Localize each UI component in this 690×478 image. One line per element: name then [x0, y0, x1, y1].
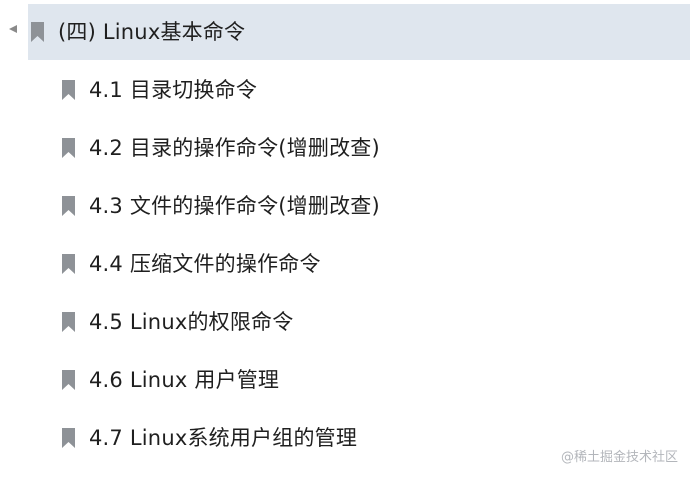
outline-item-child[interactable]: 4.4 压缩文件的操作命令: [61, 242, 321, 286]
outline-item-label: 4.5 Linux的权限命令: [89, 310, 294, 334]
outline-item-child[interactable]: 4.3 文件的操作命令(增删改查): [61, 184, 380, 228]
watermark-text: @稀土掘金技术社区: [560, 450, 678, 465]
bookmark-icon: [61, 427, 76, 449]
outline-item-label: 4.4 压缩文件的操作命令: [89, 252, 321, 276]
outline-item-child[interactable]: 4.2 目录的操作命令(增删改查): [61, 126, 380, 170]
outline-item-label: 4.7 Linux系统用户组的管理: [89, 426, 358, 450]
outline-item-child[interactable]: 4.5 Linux的权限命令: [61, 300, 293, 344]
bookmarks-outline-panel: (四) Linux基本命令 4.1 目录切换命令 4.2 目录的操作命令(增删改…: [0, 0, 690, 478]
outline-item-child[interactable]: 4.6 Linux 用户管理: [61, 358, 279, 402]
bookmark-icon: [61, 195, 76, 217]
bookmark-icon: [61, 369, 76, 391]
outline-item-label: (四) Linux基本命令: [58, 20, 246, 44]
outline-item-label: 4.3 文件的操作命令(增删改查): [89, 194, 380, 218]
bookmark-icon: [61, 253, 76, 275]
outline-item-child[interactable]: 4.7 Linux系统用户组的管理: [61, 416, 357, 460]
outline-item-child[interactable]: 4.1 目录切换命令: [61, 68, 257, 112]
outline-item-label: 4.2 目录的操作命令(增删改查): [89, 136, 380, 160]
collapse-triangle-icon[interactable]: [9, 25, 17, 33]
outline-item-label: 4.1 目录切换命令: [89, 78, 258, 102]
bookmark-icon: [30, 21, 45, 43]
outline-item-label: 4.6 Linux 用户管理: [89, 368, 280, 392]
bookmark-icon: [61, 79, 76, 101]
bookmark-icon: [61, 137, 76, 159]
outline-item-parent[interactable]: (四) Linux基本命令: [30, 10, 245, 54]
bookmark-icon: [61, 311, 76, 333]
